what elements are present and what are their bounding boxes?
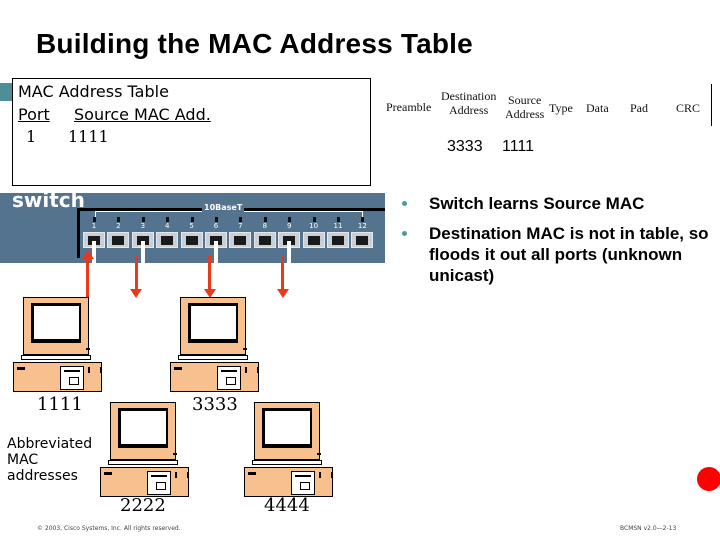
host-computer-2222 — [100, 402, 190, 497]
bullet-item: Switch learns Source MAC — [400, 193, 720, 214]
pc-case-icon — [100, 467, 189, 497]
mac-address-table: MAC Address Table Port Source MAC Add. 1… — [12, 78, 371, 186]
host-mac-label: 2222 — [120, 495, 166, 516]
arrow-shaft-port-3 — [134, 256, 138, 290]
mac-table-title: MAC Address Table — [18, 82, 169, 101]
abbreviated-mac-note: Abbreviated MAC addresses — [7, 436, 92, 484]
frame-field-crc: CRC — [676, 101, 701, 115]
note-line: addresses — [7, 468, 78, 484]
arrow-shaft-port-6 — [208, 256, 211, 290]
red-dot-marker — [697, 467, 720, 491]
port-number-10: 10 — [309, 222, 319, 230]
port-number-12: 12 — [357, 222, 367, 230]
arrow-down-icon — [130, 289, 143, 298]
monitor-icon — [110, 402, 177, 460]
bullet-list: Switch learns Source MAC Destination MAC… — [400, 193, 720, 295]
cable-port-9 — [287, 241, 292, 263]
frame-source-value: 1111 — [502, 138, 535, 155]
switch-port-4[interactable] — [156, 232, 179, 248]
mac-table-header-port: Port — [18, 105, 50, 124]
port-group-label: 10BaseT — [202, 203, 245, 212]
cable-port-3 — [140, 241, 145, 263]
switch-port-10[interactable] — [302, 232, 325, 248]
bullet-dot-icon — [402, 231, 407, 236]
mac-table-cell-port: 1 — [26, 127, 37, 146]
port-number-11: 11 — [333, 222, 343, 230]
note-line: Abbreviated — [7, 436, 93, 452]
switch-port-12[interactable] — [351, 232, 374, 248]
port-number-2: 2 — [116, 222, 121, 230]
frame-destination-value: 3333 — [447, 138, 483, 155]
frame-field-destination: Destination Address — [441, 89, 496, 117]
host-computer-3333 — [170, 297, 260, 392]
host-mac-label: 3333 — [192, 394, 238, 415]
port-number-6: 6 — [213, 222, 219, 230]
switch-port-8[interactable] — [253, 232, 276, 248]
frame-field-source: Source Address — [505, 93, 544, 121]
switch-port-2[interactable] — [107, 232, 130, 248]
switch-label: switch — [12, 188, 85, 212]
monitor-icon — [254, 402, 321, 460]
switch-port-5[interactable] — [180, 232, 203, 248]
mac-table-cell-mac: 1111 — [68, 127, 109, 146]
arrow-up-icon — [81, 250, 94, 259]
port-number-8: 8 — [262, 222, 268, 230]
pc-case-icon — [244, 467, 333, 497]
pc-case-icon — [13, 362, 102, 392]
port-number-7: 7 — [238, 222, 243, 230]
frame-field-destination-line2: Address — [449, 103, 489, 117]
frame-field-pad: Pad — [630, 101, 648, 115]
frame-field-preamble: Preamble — [386, 100, 432, 114]
port-number-3: 3 — [140, 222, 146, 230]
slide-title: Building the MAC Address Table — [36, 28, 473, 59]
arrow-down-icon — [276, 289, 289, 298]
host-computer-1111 — [13, 297, 103, 392]
port-number-9: 9 — [286, 222, 292, 230]
monitor-icon — [180, 297, 247, 355]
note-line: MAC — [7, 452, 39, 468]
frame-field-source-line1: Source — [508, 93, 542, 107]
switch-port-7[interactable] — [229, 232, 252, 248]
switch-panel-edge-left — [77, 208, 80, 258]
frame-field-data: Data — [586, 101, 609, 115]
switch-port-11[interactable] — [327, 232, 349, 248]
bullet-text: Switch learns Source MAC — [429, 194, 645, 213]
frame-field-source-line2: Address — [505, 107, 545, 121]
monitor-icon — [23, 297, 90, 355]
host-computer-4444 — [244, 402, 334, 497]
port-number-5: 5 — [189, 222, 194, 230]
mac-table-header-mac: Source MAC Add. — [74, 105, 211, 124]
pc-case-icon — [170, 362, 259, 392]
host-mac-label: 1111 — [37, 394, 83, 415]
host-mac-label: 4444 — [264, 495, 310, 516]
footer-copyright: © 2003, Cisco Systems, Inc. All rights r… — [37, 525, 181, 532]
port-number-4: 4 — [164, 222, 170, 230]
cable-port-6 — [214, 241, 218, 263]
bullet-text: Destination MAC is not in table, so floo… — [429, 224, 709, 285]
footer-course-code: BCMSN v2.0—2-13 — [620, 525, 677, 532]
bullet-item: Destination MAC is not in table, so floo… — [400, 223, 720, 286]
arrow-shaft-port-1 — [86, 258, 89, 300]
arrow-shaft-port-9 — [281, 256, 285, 290]
frame-end-line — [711, 84, 712, 126]
bullet-dot-icon — [402, 201, 407, 206]
port-number-1: 1 — [91, 222, 97, 230]
frame-field-destination-line1: Destination — [441, 89, 497, 103]
frame-field-type: Type — [549, 101, 573, 115]
